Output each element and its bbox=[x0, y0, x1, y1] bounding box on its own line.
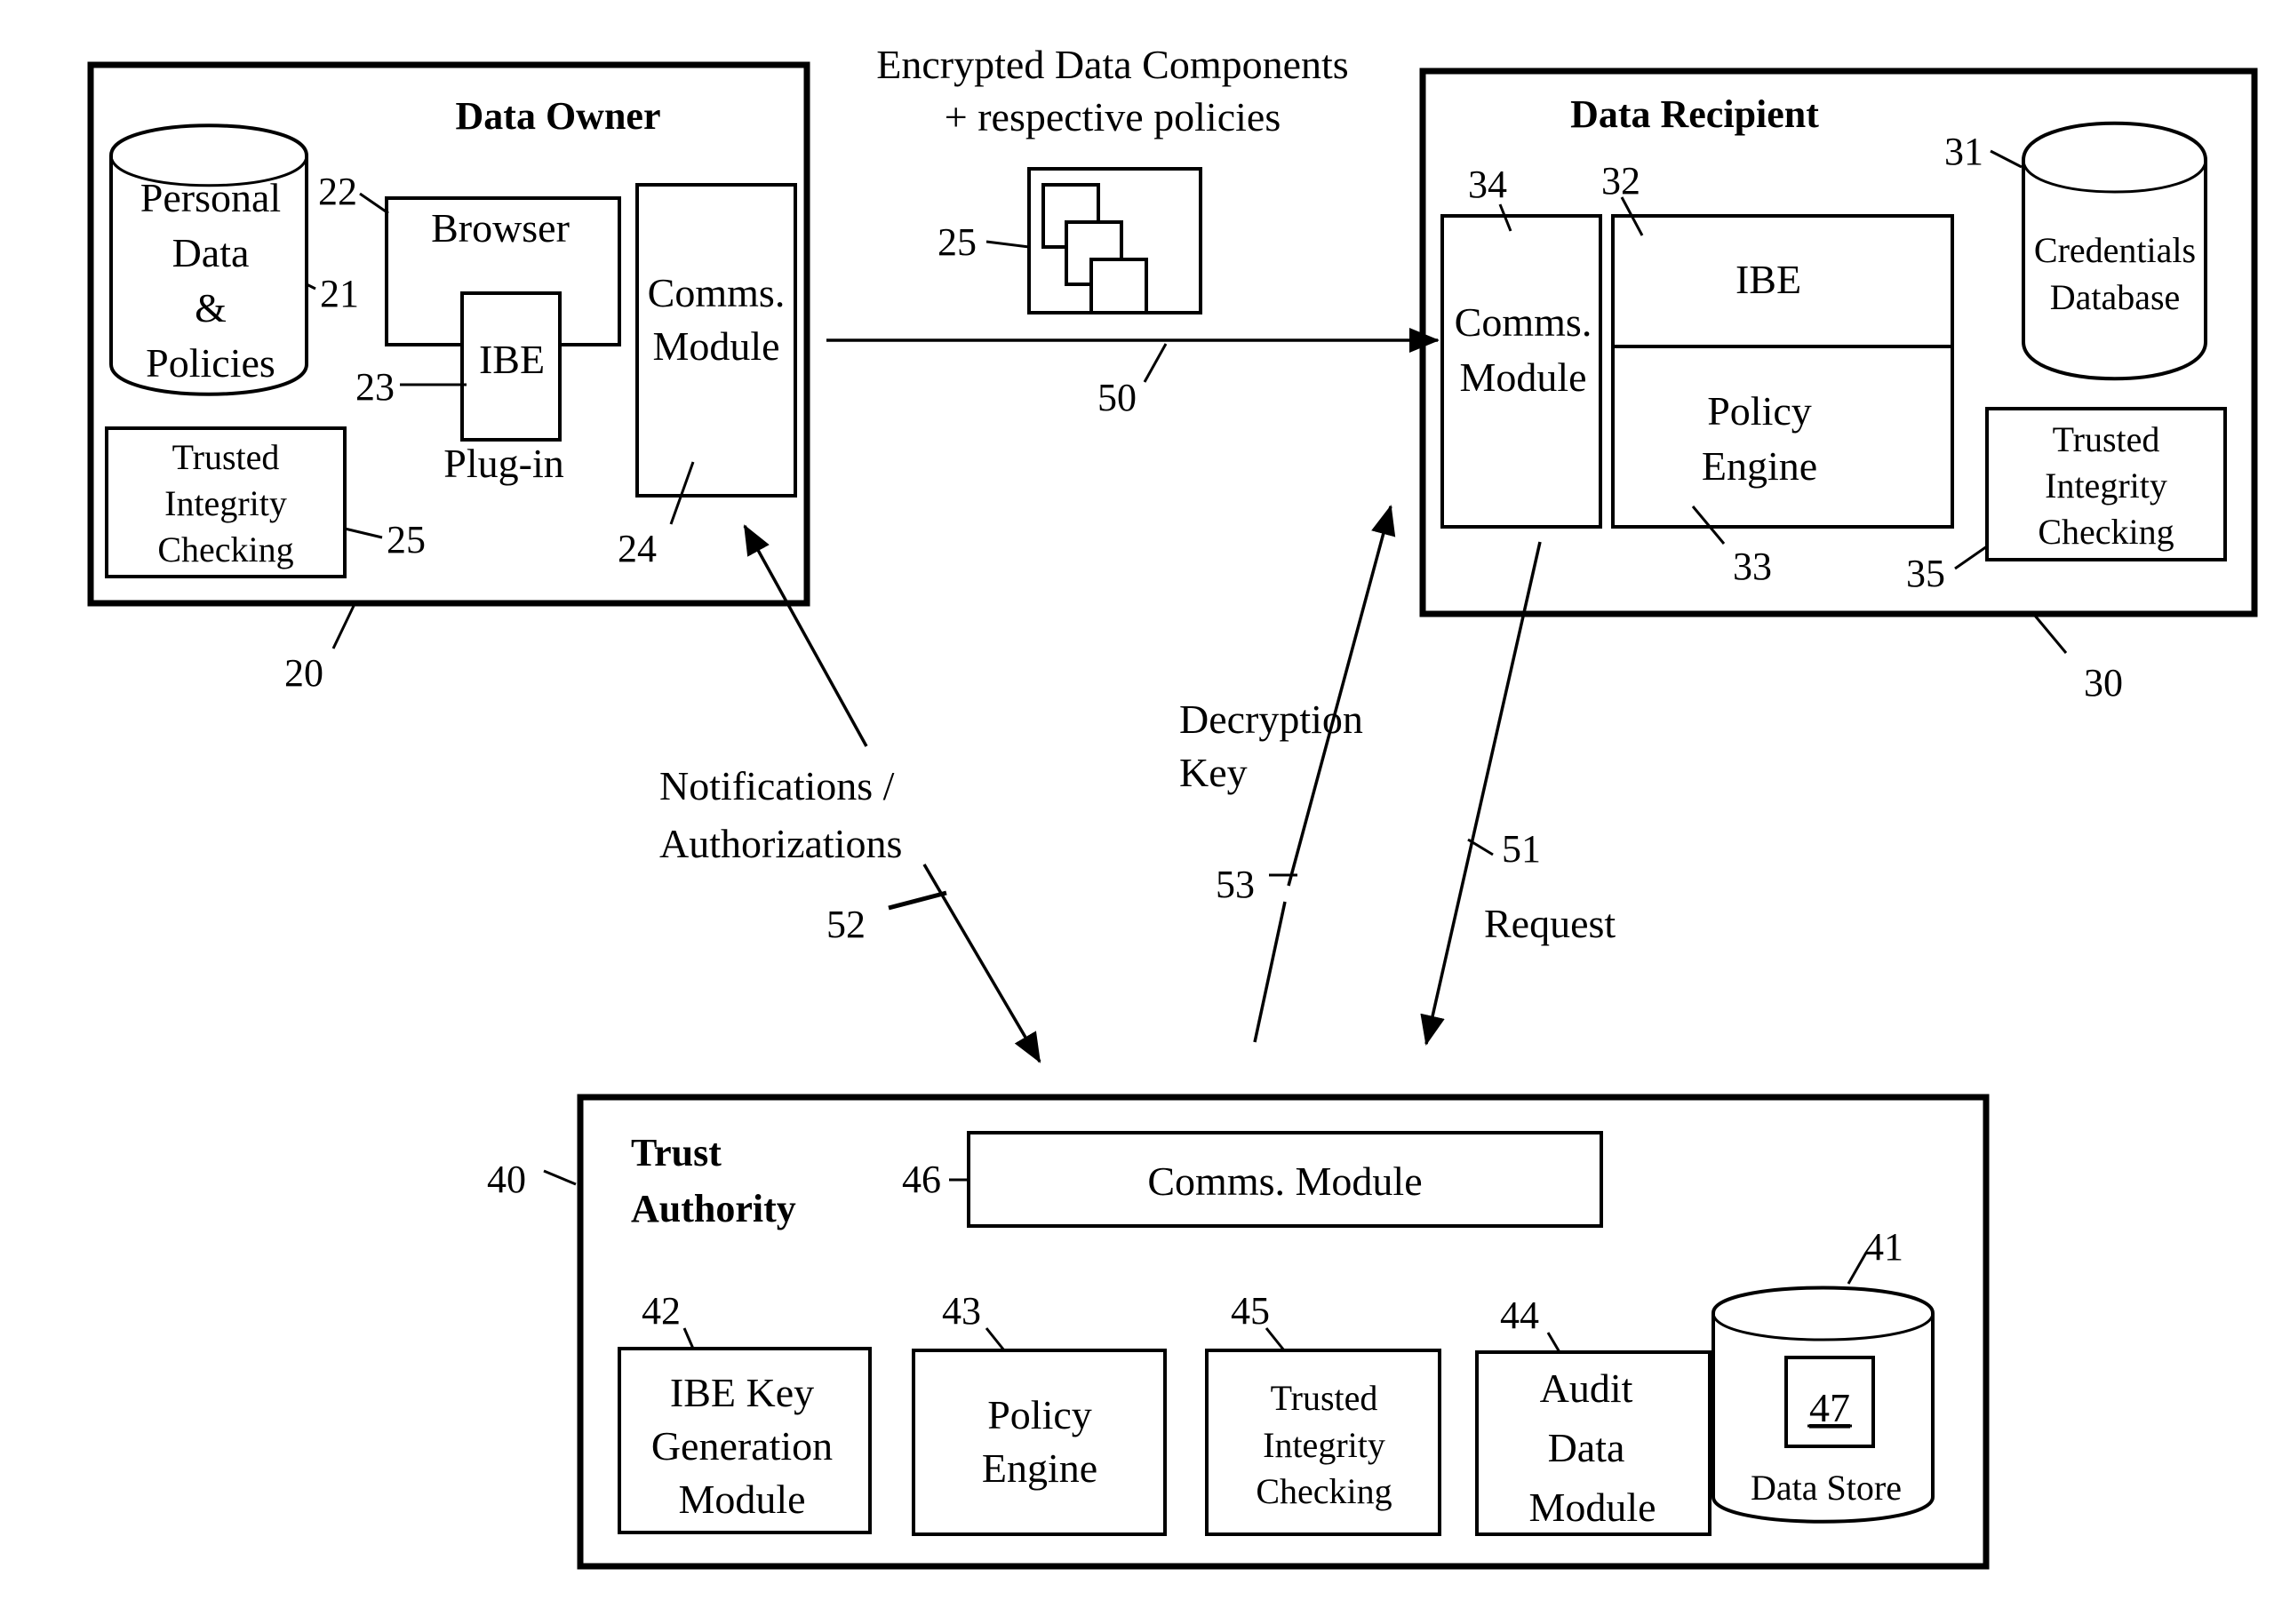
ref-24: 24 bbox=[618, 527, 657, 570]
ref-33: 33 bbox=[1733, 545, 1772, 588]
encrypted-package-icon bbox=[1027, 167, 1202, 314]
recipient-policy-line-1: Policy bbox=[1707, 388, 1812, 434]
flows: Notifications / Authorizations 52 Decryp… bbox=[659, 505, 1616, 1063]
ref-25-owner: 25 bbox=[387, 518, 426, 561]
arrow-53-lower bbox=[1253, 901, 1287, 1043]
ref-51: 51 bbox=[1502, 827, 1541, 871]
ta-policy-line-2: Engine bbox=[982, 1445, 1097, 1491]
key-gen-line-2: Generation bbox=[651, 1423, 833, 1469]
ref-50: 50 bbox=[1097, 376, 1137, 419]
ref-42: 42 bbox=[642, 1289, 681, 1333]
database-line-4: Policies bbox=[146, 340, 275, 386]
ref-35: 35 bbox=[1906, 552, 1945, 595]
data-store-label: Data Store bbox=[1751, 1468, 1902, 1508]
trust-authority-block: Trust Authority 40 Comms. Module 46 IBE … bbox=[487, 1094, 1990, 1570]
ref-20: 20 bbox=[284, 651, 323, 695]
request-label: Request bbox=[1484, 901, 1616, 946]
notifications-line-1: Notifications / bbox=[659, 763, 895, 808]
ref-52: 52 bbox=[826, 903, 866, 946]
transfer-caption-line-1: Encrypted Data Components bbox=[876, 42, 1348, 87]
system-diagram: Data Owner Personal Data & Policies 21 B… bbox=[87, 42, 2258, 1570]
encrypted-transfer: Encrypted Data Components + respective p… bbox=[826, 42, 1440, 419]
ibe-plugin-label: IBE bbox=[479, 337, 545, 382]
recipient-integrity-line-1: Trusted bbox=[2053, 419, 2160, 459]
ref-21: 21 bbox=[320, 272, 359, 315]
ref-45: 45 bbox=[1231, 1289, 1270, 1333]
key-gen-line-1: IBE Key bbox=[670, 1370, 814, 1415]
data-owner-block: Data Owner Personal Data & Policies 21 B… bbox=[87, 61, 810, 695]
ref-41: 41 bbox=[1864, 1225, 1903, 1269]
plugin-caption: Plug-in bbox=[443, 441, 563, 486]
data-owner-title: Data Owner bbox=[456, 94, 661, 138]
ta-integrity-line-2: Integrity bbox=[1263, 1425, 1385, 1465]
recipient-integrity-line-3: Checking bbox=[2038, 512, 2174, 552]
ref-22: 22 bbox=[318, 170, 357, 213]
owner-integrity-line-3: Checking bbox=[157, 529, 293, 569]
decryption-key-line-1: Decryption bbox=[1179, 697, 1363, 742]
recipient-integrity-line-2: Integrity bbox=[2045, 466, 2167, 506]
recipient-comms-line-1: Comms. bbox=[1455, 299, 1592, 345]
owner-comms-line-1: Comms. bbox=[648, 270, 786, 315]
ref-40: 40 bbox=[487, 1158, 526, 1201]
ref-43: 43 bbox=[942, 1289, 981, 1333]
audit-line-1: Audit bbox=[1540, 1365, 1633, 1411]
ref-30: 30 bbox=[2084, 661, 2123, 705]
credentials-line-1: Credentials bbox=[2034, 230, 2196, 270]
arrow-51-request bbox=[1420, 541, 1542, 1046]
ta-integrity-line-3: Checking bbox=[1256, 1471, 1392, 1511]
data-recipient-title: Data Recipient bbox=[1570, 92, 1819, 136]
audit-line-3: Module bbox=[1528, 1485, 1656, 1530]
credentials-line-2: Database bbox=[2050, 277, 2181, 317]
ta-comms-label: Comms. Module bbox=[1147, 1158, 1422, 1204]
ref-23: 23 bbox=[355, 365, 395, 409]
ref-46: 46 bbox=[902, 1158, 941, 1201]
recipient-ibe-label: IBE bbox=[1735, 257, 1801, 302]
transfer-caption-line-2: + respective policies bbox=[945, 94, 1281, 139]
ta-policy-engine-box bbox=[912, 1349, 1167, 1536]
owner-integrity-line-1: Trusted bbox=[172, 437, 280, 477]
ref-44: 44 bbox=[1500, 1294, 1539, 1337]
database-line-2: Data bbox=[172, 230, 250, 275]
ref-34: 34 bbox=[1468, 163, 1507, 206]
notifications-line-2: Authorizations bbox=[659, 821, 902, 866]
recipient-policy-line-2: Engine bbox=[1702, 443, 1817, 489]
ref-31: 31 bbox=[1944, 130, 1983, 173]
browser-label: Browser bbox=[431, 205, 570, 251]
data-recipient-block: Data Recipient Comms. Module 34 IBE Poli… bbox=[1419, 68, 2258, 705]
ref-53: 53 bbox=[1216, 863, 1255, 906]
ta-policy-line-1: Policy bbox=[987, 1392, 1092, 1437]
recipient-comms-line-2: Module bbox=[1459, 354, 1586, 400]
database-line-1: Personal bbox=[140, 175, 281, 220]
trust-authority-title-line-1: Trust bbox=[631, 1131, 722, 1174]
audit-line-2: Data bbox=[1548, 1425, 1625, 1470]
decryption-key-line-2: Key bbox=[1179, 750, 1248, 795]
ref-32: 32 bbox=[1601, 159, 1640, 203]
ta-integrity-line-1: Trusted bbox=[1271, 1378, 1378, 1418]
key-gen-line-3: Module bbox=[678, 1477, 805, 1522]
ref-25-package: 25 bbox=[938, 220, 977, 264]
ref-47: 47 bbox=[1809, 1385, 1850, 1430]
owner-integrity-line-2: Integrity bbox=[164, 483, 287, 523]
owner-comms-line-2: Module bbox=[652, 323, 779, 369]
database-line-3: & bbox=[195, 285, 227, 330]
trust-authority-title-line-2: Authority bbox=[631, 1187, 796, 1230]
